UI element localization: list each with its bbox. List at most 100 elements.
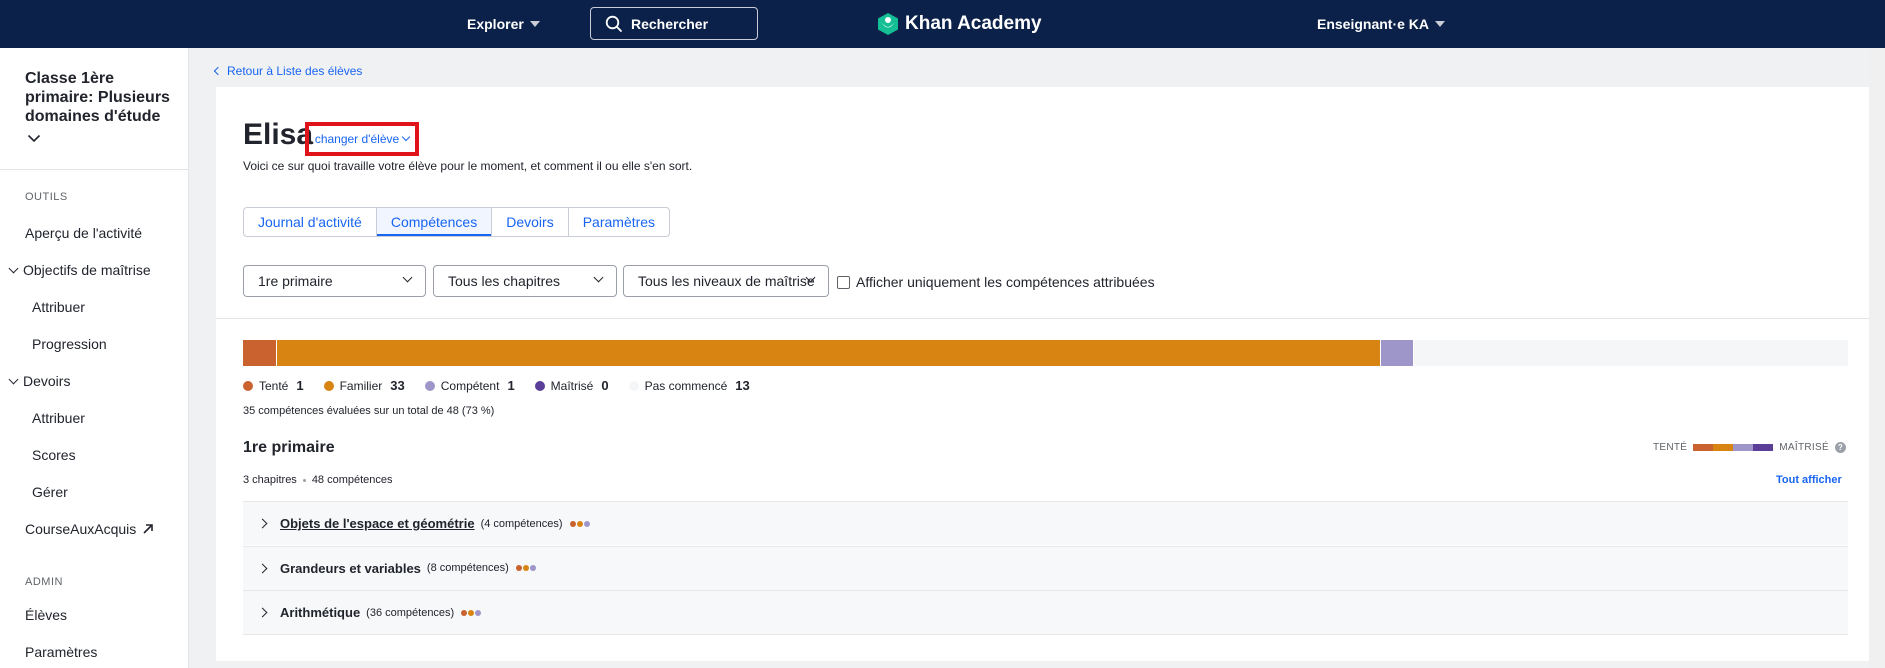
legend-dot <box>534 380 545 391</box>
chapter-select-value: Tous les chapitres <box>448 273 561 289</box>
mastery-dot <box>515 565 522 571</box>
legend-label: Tenté <box>259 378 289 393</box>
scale-segment <box>1753 444 1774 451</box>
tab-skills[interactable]: Compétences <box>376 208 493 236</box>
sidebar-item-scores[interactable]: Scores <box>32 447 76 463</box>
assigned-only-filter: Afficher uniquement les compétences attr… <box>837 274 1155 290</box>
sidebar-item-label: Scores <box>32 447 76 463</box>
mastery-dot <box>468 609 475 616</box>
sidebar-item-mastery-goals[interactable]: Objectifs de maîtrise <box>8 262 151 278</box>
sidebar-item-assignments[interactable]: Devoirs <box>8 373 70 389</box>
chapter-name[interactable]: Grandeurs et variables <box>280 561 421 576</box>
progress-segment <box>1379 340 1414 366</box>
scale-segment <box>1693 444 1714 451</box>
legend-label: Maîtrisé <box>550 378 594 393</box>
sidebar-item-course-aux-acquis[interactable]: CourseAuxAcquis <box>25 521 154 537</box>
chapter-mastery-dots <box>515 565 536 571</box>
change-student-button[interactable]: changer d'élève <box>305 122 419 156</box>
assigned-only-label[interactable]: Afficher uniquement les compétences attr… <box>856 274 1155 290</box>
sidebar-item-settings[interactable]: Paramètres <box>25 644 97 660</box>
chevron-down-icon <box>593 272 604 283</box>
sidebar-item-progression[interactable]: Progression <box>32 336 107 352</box>
chapter-row[interactable]: Objets de l'espace et géométrie (4 compét… <box>243 501 1848 545</box>
explore-menu[interactable]: Explorer <box>467 16 540 32</box>
sidebar-item-mastery-assign[interactable]: Attribuer <box>32 299 85 315</box>
chapter-skill-count: (36 compétences) <box>366 606 455 619</box>
mastery-dot <box>461 609 468 616</box>
mastery-progress-bar <box>243 340 1848 366</box>
legend-count: 1 <box>507 378 515 393</box>
chevron-down-icon <box>8 374 19 384</box>
khan-academy-logo-icon <box>878 13 898 35</box>
chapter-select[interactable]: Tous les chapitres <box>433 265 617 297</box>
tab-settings[interactable]: Paramètres <box>569 208 669 236</box>
help-icon[interactable]: ? <box>1834 442 1846 453</box>
scale-high-label: MAÎTRISÉ <box>1779 442 1829 453</box>
legend-label: Compétent <box>440 378 500 393</box>
skills-count: 48 compétences <box>311 474 393 486</box>
chapter-row[interactable]: Arithmétique (36 compétences) <box>243 590 1848 634</box>
legend-item: Pas commencé 13 <box>628 378 750 393</box>
sidebar-item-label: Paramètres <box>25 644 98 660</box>
legend-count: 1 <box>296 378 304 393</box>
legend-count: 33 <box>390 378 405 393</box>
user-menu[interactable]: Enseignant·e KA <box>1317 16 1446 32</box>
class-title[interactable]: Classe 1ère primaire: Plusieurs domaines… <box>25 69 175 126</box>
caret-down-icon <box>529 21 540 27</box>
admin-heading: ADMIN <box>25 576 63 588</box>
chapter-list-bottom-border <box>243 634 1848 635</box>
mastery-dot <box>576 520 583 527</box>
grade-meta: 3 chapitres 48 compétences <box>243 474 393 486</box>
sidebar-item-label: Attribuer <box>32 299 85 315</box>
sidebar-item-manage[interactable]: Gérer <box>32 484 68 500</box>
mastery-dot <box>569 520 576 527</box>
chapter-name[interactable]: Arithmétique <box>280 605 360 620</box>
page-subtitle: Voici ce sur quoi travaille votre élève … <box>243 159 693 173</box>
sidebar-item-activity-overview[interactable]: Aperçu de l'activité <box>25 225 142 241</box>
search-button[interactable]: Rechercher <box>590 7 758 40</box>
chapter-skill-count: (4 compétences) <box>480 517 563 530</box>
chapter-mastery-dots <box>461 609 482 616</box>
breadcrumb-back-link[interactable]: Retour à Liste des élèves <box>213 64 362 78</box>
mastery-scale: TENTÉ MAÎTRISÉ ? <box>1653 442 1846 453</box>
external-link-icon <box>143 524 154 534</box>
search-label: Rechercher <box>631 15 709 32</box>
chevron-down-icon <box>8 263 19 273</box>
grade-select[interactable]: 1re primaire <box>243 265 426 297</box>
legend-label: Familier <box>339 378 383 393</box>
search-icon <box>605 15 622 32</box>
tools-heading: OUTILS <box>25 191 68 203</box>
chevron-left-icon <box>213 66 223 76</box>
sidebar-item-label: Aperçu de l'activité <box>25 225 143 241</box>
chapter-name[interactable]: Objets de l'espace et géométrie <box>280 516 475 531</box>
chevron-down-icon[interactable] <box>27 134 41 143</box>
assigned-only-checkbox[interactable] <box>837 275 850 289</box>
legend-dot <box>323 380 334 391</box>
mastery-level-select-value: Tous les niveaux de maîtrise <box>638 273 815 289</box>
logo-text: Khan Academy <box>905 13 1042 34</box>
chevron-down-icon <box>402 272 413 283</box>
chapter-row[interactable]: Grandeurs et variables (8 compétences) <box>243 545 1848 590</box>
sidebar-item-students[interactable]: Élèves <box>25 607 67 623</box>
separator-dot <box>302 478 306 482</box>
chevron-right-icon <box>257 518 268 529</box>
legend-item: Maîtrisé 0 <box>534 378 609 393</box>
khan-academy-logo[interactable]: Khan Academy <box>877 12 1042 36</box>
grade-title: 1re primaire <box>243 439 335 456</box>
tab-activity-log[interactable]: Journal d'activité <box>244 208 377 236</box>
tab-assignments[interactable]: Devoirs <box>492 208 569 236</box>
sidebar-item-label: CourseAuxAcquis <box>25 521 137 537</box>
chapters-count: 3 chapitres <box>243 474 297 486</box>
progress-segment <box>1413 340 1848 366</box>
sidebar-item-label: Gérer <box>32 484 68 500</box>
mastery-dot <box>522 565 529 571</box>
legend-item: Tenté 1 <box>243 378 304 393</box>
mastery-level-select[interactable]: Tous les niveaux de maîtrise <box>623 265 829 297</box>
scrollbar[interactable] <box>1869 48 1885 668</box>
show-all-link[interactable]: Tout afficher <box>1776 474 1842 486</box>
progress-segment <box>243 340 277 366</box>
sidebar-item-assignments-assign[interactable]: Attribuer <box>32 410 85 426</box>
sidebar-item-label: Progression <box>32 336 107 352</box>
student-name: Elisa <box>243 118 314 151</box>
legend-count: 0 <box>601 378 609 393</box>
